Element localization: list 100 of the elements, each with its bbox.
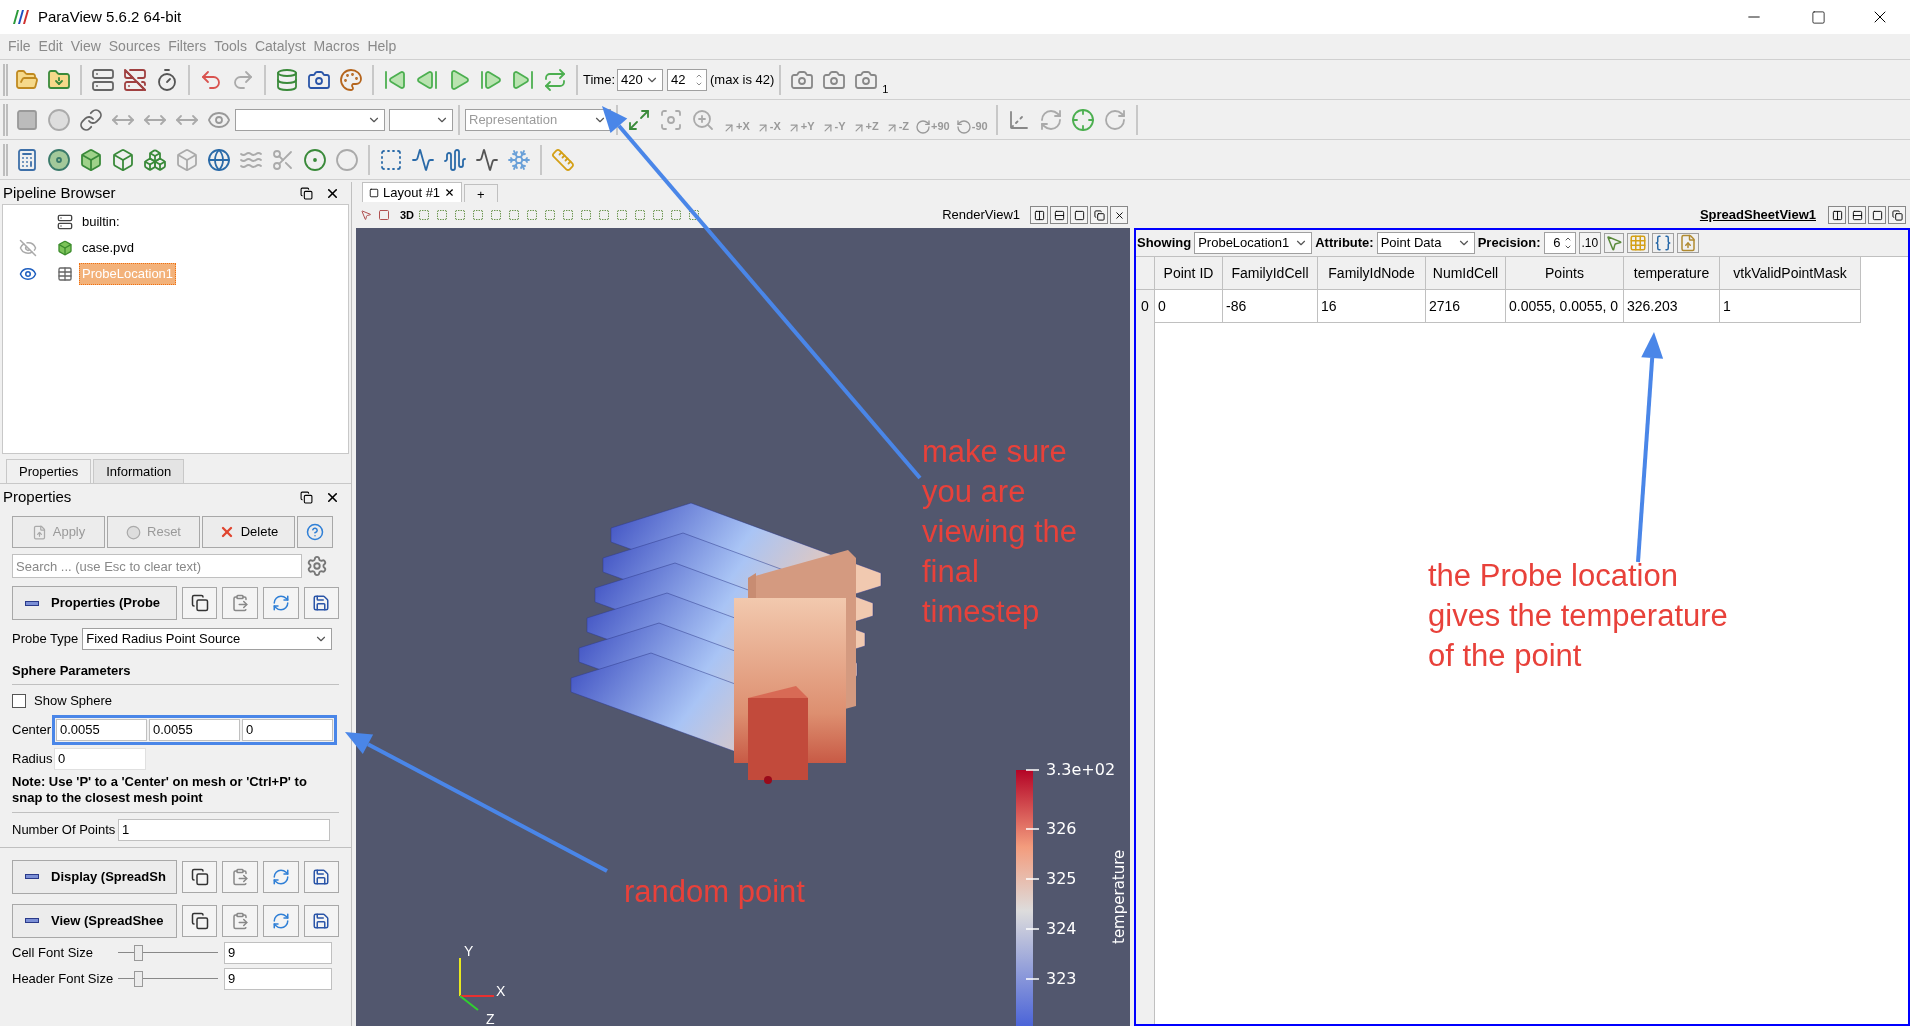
- section-tool-button[interactable]: [181, 587, 218, 619]
- selection-tool-icon[interactable]: [544, 209, 557, 221]
- time-dropdown[interactable]: 420: [617, 68, 664, 91]
- settings-icon[interactable]: [306, 555, 328, 577]
- view-frame-button[interactable]: [1888, 206, 1906, 224]
- selection-only-icon[interactable]: [1604, 233, 1625, 253]
- folder-download-icon[interactable]: [47, 67, 71, 92]
- ruler-icon[interactable]: [551, 147, 575, 172]
- selection-tool-icon[interactable]: [598, 209, 611, 221]
- selection-tool-icon[interactable]: [616, 209, 629, 221]
- selection-tool-icon[interactable]: [652, 209, 665, 221]
- selection-tool-icon[interactable]: [688, 209, 701, 221]
- selection-tool-icon[interactable]: [436, 209, 449, 221]
- layout-tab[interactable]: Layout #1: [362, 182, 463, 202]
- slider-thumb[interactable]: [134, 944, 143, 961]
- radius-field[interactable]: 0: [54, 747, 146, 770]
- selection-tool-icon[interactable]: [454, 209, 467, 221]
- snowflake-icon[interactable]: [507, 147, 531, 172]
- showing-dropdown[interactable]: ProbeLocation1: [1194, 232, 1313, 254]
- undock-icon[interactable]: [300, 490, 313, 504]
- pipeline-item[interactable]: builtin:: [79, 211, 123, 233]
- fixed-precision-toggle[interactable]: .10: [1578, 232, 1602, 254]
- reset-camera-icon[interactable]: [627, 107, 651, 132]
- center-field[interactable]: 0.0055: [56, 718, 147, 741]
- view-mode-toggle[interactable]: 3D: [400, 206, 415, 224]
- zoom-icon[interactable]: [691, 107, 715, 132]
- section-tool-button[interactable]: [303, 904, 340, 937]
- selection-tool-icon[interactable]: [472, 209, 485, 221]
- eye-icon[interactable]: [19, 265, 37, 283]
- column-header[interactable]: vtkValidPointMask: [1720, 257, 1861, 290]
- selection-tool-icon[interactable]: [418, 209, 431, 221]
- slider-track[interactable]: [118, 942, 218, 963]
- view-frame-button[interactable]: [1050, 206, 1068, 224]
- crosshair-icon[interactable]: [1070, 107, 1095, 132]
- sphere-icon[interactable]: [47, 107, 71, 132]
- font-size-field[interactable]: 9: [224, 941, 332, 964]
- center-field[interactable]: 0: [242, 718, 333, 741]
- view-frame-button[interactable]: [1070, 206, 1088, 224]
- number-of-points-field[interactable]: 1: [118, 818, 330, 841]
- selection-icon[interactable]: [379, 147, 403, 172]
- section-tool-button[interactable]: [303, 587, 340, 619]
- timestep-spinbox[interactable]: 42: [667, 68, 708, 91]
- view-frame-button[interactable]: [1868, 206, 1886, 224]
- selection-tool-icon[interactable]: [526, 209, 539, 221]
- slider-thumb[interactable]: [134, 970, 143, 987]
- server-connect-icon[interactable]: [91, 67, 115, 92]
- column-header[interactable]: FamilyIdNode: [1318, 257, 1426, 290]
- view-frame-button[interactable]: [1090, 206, 1108, 224]
- palette-icon[interactable]: [339, 67, 363, 92]
- panel-tab[interactable]: Information: [93, 459, 185, 483]
- section-tool-button[interactable]: [181, 860, 218, 893]
- section-toggle[interactable]: Properties (Probe: [12, 586, 177, 620]
- action-button[interactable]: Delete: [202, 516, 295, 548]
- section-toggle[interactable]: Display (SpreadSh: [12, 859, 177, 894]
- selection-tool-icon[interactable]: [508, 209, 521, 221]
- slider-track[interactable]: [118, 968, 218, 989]
- font-size-field[interactable]: 9: [224, 967, 332, 990]
- search-field[interactable]: Search ... (use Esc to clear text): [12, 554, 302, 578]
- export-icon[interactable]: [1677, 233, 1700, 253]
- center-field[interactable]: 0.0055: [149, 718, 240, 741]
- maximize-icon[interactable]: [1811, 9, 1826, 25]
- column-header[interactable]: Points: [1506, 257, 1624, 290]
- section-tool-button[interactable]: [303, 860, 340, 893]
- render-tool-icon[interactable]: [360, 209, 372, 221]
- selection-tool-icon[interactable]: [562, 209, 575, 221]
- database-icon[interactable]: [275, 67, 299, 92]
- probe-type-dropdown[interactable]: Fixed Radius Point Source: [82, 628, 333, 650]
- attribute-dropdown[interactable]: Point Data: [1376, 232, 1475, 254]
- column-header[interactable]: NumIdCell: [1426, 257, 1506, 290]
- selection-tool-icon[interactable]: [490, 209, 503, 221]
- render-tool-icon[interactable]: [378, 209, 390, 221]
- eye-off-icon[interactable]: [19, 239, 37, 257]
- view-frame-button[interactable]: [1110, 206, 1128, 224]
- help-button[interactable]: [297, 516, 333, 548]
- view-frame-button[interactable]: [1030, 206, 1048, 224]
- column-header[interactable]: temperature: [1624, 257, 1720, 290]
- close-icon[interactable]: [444, 187, 456, 198]
- new-layout-tab[interactable]: +: [464, 184, 498, 202]
- plot-icon[interactable]: [411, 147, 435, 172]
- section-tool-button[interactable]: [181, 904, 218, 937]
- show-sphere-checkbox[interactable]: [12, 693, 26, 708]
- loop-icon[interactable]: [543, 67, 567, 92]
- column-header[interactable]: FamilyIdCell: [1223, 257, 1318, 290]
- folder-open-icon[interactable]: [15, 67, 39, 92]
- block-icon[interactable]: [15, 107, 39, 132]
- precision-spinbox[interactable]: 6: [1543, 232, 1576, 254]
- column-header[interactable]: Point ID: [1155, 257, 1223, 290]
- selection-tool-icon[interactable]: [580, 209, 593, 221]
- component-dropdown[interactable]: [389, 108, 453, 131]
- selection-tool-icon[interactable]: [670, 209, 683, 221]
- pipeline-item[interactable]: case.pvd: [79, 237, 138, 259]
- focus-icon[interactable]: [659, 107, 683, 132]
- selection-tool-icon[interactable]: [634, 209, 647, 221]
- section-toggle[interactable]: View (SpreadShee: [12, 903, 177, 938]
- coloring-dropdown[interactable]: [235, 108, 385, 131]
- undock-icon[interactable]: [300, 186, 313, 200]
- view-frame-button[interactable]: [1828, 206, 1846, 224]
- link-icon[interactable]: [79, 107, 103, 132]
- calculator-icon[interactable]: [15, 147, 39, 172]
- panel-tab[interactable]: Properties: [6, 459, 92, 483]
